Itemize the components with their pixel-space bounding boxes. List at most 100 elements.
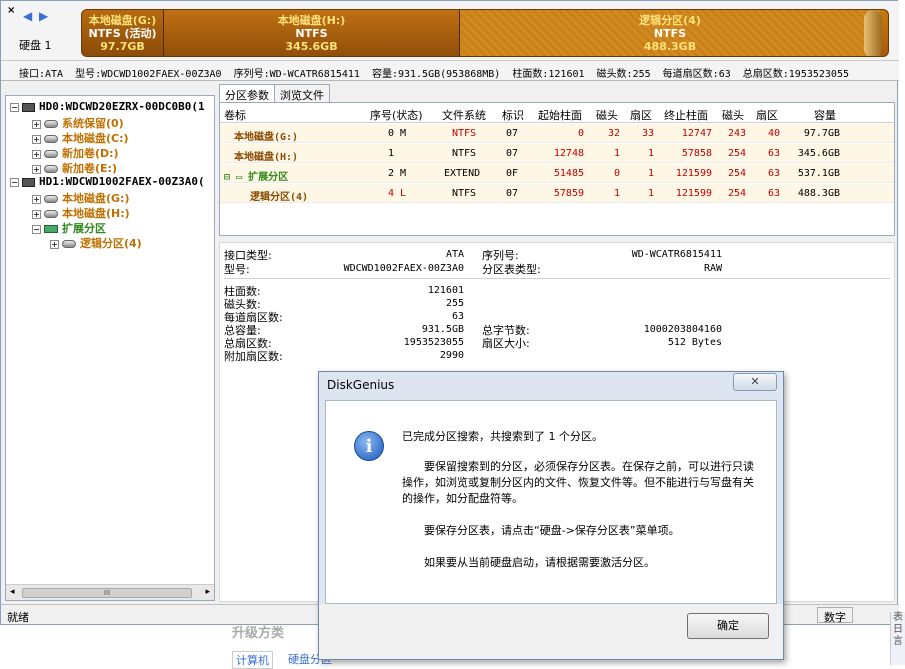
tree-item-hd1[interactable]: − HD1:WDCWD1002FAEX-00Z3A0(: [10, 175, 205, 190]
cylinders-value: 121601: [427, 285, 464, 296]
segment-name: 本地磁盘(H:): [277, 14, 346, 27]
tree-item-hd0[interactable]: − HD0:WDCWD20EZRX-00DC0B0(1: [10, 100, 205, 115]
expand-icon[interactable]: +: [32, 164, 41, 174]
total-bytes-value: 1000203804160: [643, 324, 722, 335]
cell-id: 07: [506, 188, 519, 199]
collapse-icon[interactable]: −: [10, 177, 19, 187]
col-end-sector[interactable]: 扇区: [756, 107, 778, 123]
extra-sectors-label: 附加扇区数:: [224, 350, 283, 363]
col-start-sector[interactable]: 扇区: [630, 107, 652, 123]
table-row[interactable]: 逻辑分区(4) 4 L NTFS 07 57859 1 1 121599 254…: [220, 184, 894, 203]
cell-index: 1: [388, 148, 395, 159]
expand-icon[interactable]: +: [50, 239, 59, 249]
tab-partition-params[interactable]: 分区参数: [219, 84, 275, 102]
cell-start-sector: 1: [647, 168, 654, 179]
expand-icon[interactable]: +: [32, 194, 41, 204]
partition-icon: [44, 210, 58, 218]
close-icon[interactable]: ×: [7, 5, 15, 16]
tree-item-system-reserved[interactable]: + 系统保留(0): [32, 115, 124, 130]
cell-end-cyl: 121599: [675, 168, 712, 179]
tree-item-label: 新加卷(D:): [62, 147, 119, 160]
next-disk-icon[interactable]: ▶: [39, 9, 48, 23]
collapse-icon[interactable]: −: [10, 102, 19, 112]
cell-fs: EXTEND: [444, 168, 481, 179]
spt-value: 63: [451, 311, 464, 322]
partition-table: 卷标 序号(状态) 文件系统 标识 起始柱面 磁头 扇区 终止柱面 磁头 扇区 …: [219, 102, 895, 236]
dialog-message-4: 如果要从当前硬盘启动，请根据需要激活分区。: [402, 556, 655, 569]
expand-icon[interactable]: +: [32, 134, 41, 144]
cell-end-sector: 63: [767, 148, 780, 159]
partition-table-type-value: RAW: [703, 263, 722, 274]
hard-disk-icon: [22, 177, 35, 187]
table-row[interactable]: 本地磁盘(H:) 1 NTFS 07 12748 1 1 57858 254 6…: [220, 144, 894, 163]
col-capacity[interactable]: 容量: [814, 107, 836, 123]
expand-icon[interactable]: +: [32, 149, 41, 159]
info-icon: i: [354, 431, 384, 461]
cell-index: 0 M: [388, 128, 407, 139]
cell-fs: NTFS: [452, 188, 477, 199]
cell-end-sector: 40: [767, 128, 780, 139]
table-row[interactable]: ⊟ ▭ 扩展分区 2 M EXTEND 0F 51485 0 1 121599 …: [220, 164, 894, 183]
tree-item-d[interactable]: + 新加卷(D:): [32, 145, 119, 160]
segment-size: 488.3GB: [643, 40, 697, 53]
cell-volume: 本地磁盘(H:): [234, 152, 299, 163]
cell-fs: NTFS: [452, 128, 477, 139]
tree-item-label: 本地磁盘(H:): [62, 207, 130, 220]
tree-item-label: HD1:WDCWD1002FAEX-00Z3A0(: [39, 175, 205, 188]
cell-volume: 本地磁盘(G:): [234, 132, 299, 143]
tree-item-c[interactable]: + 本地磁盘(C:): [32, 130, 129, 145]
table-row[interactable]: 本地磁盘(G:) 0 M NTFS 07 0 32 33 12747 243 4…: [220, 124, 894, 143]
scroll-left-icon[interactable]: ◂: [10, 587, 15, 597]
dialog-close-button[interactable]: ✕: [733, 373, 777, 391]
background-side-panel: 表日言: [890, 612, 905, 665]
disk-info-line: 接口:ATA 型号:WDCWD1002FAEX-00Z3A0 序列号:WD-WC…: [1, 61, 899, 81]
sector-size-label: 扇区大小:: [482, 337, 530, 350]
scroll-right-icon[interactable]: ▸: [205, 587, 210, 597]
extra-sectors-value: 2990: [439, 350, 464, 361]
col-fs[interactable]: 文件系统: [442, 107, 486, 123]
tree-item-g[interactable]: + 本地磁盘(G:): [32, 190, 129, 205]
cell-start-cyl: 0: [577, 128, 584, 139]
cell-end-cyl: 121599: [675, 188, 712, 199]
cell-capacity: 97.7GB: [803, 128, 840, 139]
cell-index: 4 L: [388, 188, 407, 199]
collapse-icon[interactable]: −: [32, 224, 41, 234]
cell-end-sector: 63: [767, 168, 780, 179]
cell-fs: NTFS: [452, 148, 477, 159]
tree-item-h[interactable]: + 本地磁盘(H:): [32, 205, 130, 220]
tree-horizontal-scrollbar[interactable]: ◂ III ▸: [6, 584, 214, 600]
partition-bar: 本地磁盘(G:) NTFS (活动) 97.7GB 本地磁盘(H:) NTFS …: [81, 9, 889, 57]
disk-map: × ◀ ▶ 硬盘 1 本地磁盘(G:) NTFS (活动) 97.7GB 本地磁…: [1, 1, 899, 61]
col-end-head[interactable]: 磁头: [722, 107, 744, 123]
prev-disk-icon[interactable]: ◀: [23, 9, 32, 23]
hard-disk-icon: [22, 102, 35, 112]
tree-item-extended[interactable]: − 扩展分区: [32, 220, 106, 235]
partition-segment-logical[interactable]: 逻辑分区(4) NTFS 488.3GB: [460, 10, 882, 56]
partition-segment-g[interactable]: 本地磁盘(G:) NTFS (活动) 97.7GB: [82, 10, 164, 56]
segment-name: 本地磁盘(G:): [88, 14, 157, 27]
ok-button[interactable]: 确定: [687, 613, 769, 639]
col-end-cyl[interactable]: 终止柱面: [664, 107, 708, 123]
cell-end-sector: 63: [767, 188, 780, 199]
tab-browse-files[interactable]: 浏览文件: [274, 84, 330, 102]
col-index[interactable]: 序号(状态): [370, 107, 423, 123]
bar-end-cap: [864, 10, 882, 56]
col-volume[interactable]: 卷标: [224, 107, 246, 123]
cell-capacity: 345.6GB: [797, 148, 840, 159]
col-id[interactable]: 标识: [502, 107, 524, 123]
cell-end-head: 254: [727, 188, 746, 199]
partition-segment-h[interactable]: 本地磁盘(H:) NTFS 345.6GB: [164, 10, 460, 56]
partition-table-type-label: 分区表类型:: [482, 263, 541, 276]
col-start-cyl[interactable]: 起始柱面: [538, 107, 582, 123]
segment-size: 345.6GB: [285, 40, 338, 53]
tree-item-logical[interactable]: + 逻辑分区(4): [50, 235, 142, 250]
expand-icon[interactable]: +: [32, 209, 41, 219]
model-info: 型号:WDCWD1002FAEX-00Z3A0: [75, 69, 222, 80]
scroll-thumb[interactable]: III: [22, 588, 192, 598]
col-start-head[interactable]: 磁头: [596, 107, 618, 123]
tree-item-e[interactable]: + 新加卷(E:): [32, 160, 117, 175]
expand-icon[interactable]: +: [32, 119, 41, 129]
dialog-message-2: 要保留搜索到的分区，必须保存分区表。在保存之前，可以进行只读操作，如浏览或复制分…: [402, 460, 754, 505]
collapse-icon[interactable]: ⊟: [224, 172, 230, 183]
background-tag-computer[interactable]: 计算机: [232, 651, 273, 669]
